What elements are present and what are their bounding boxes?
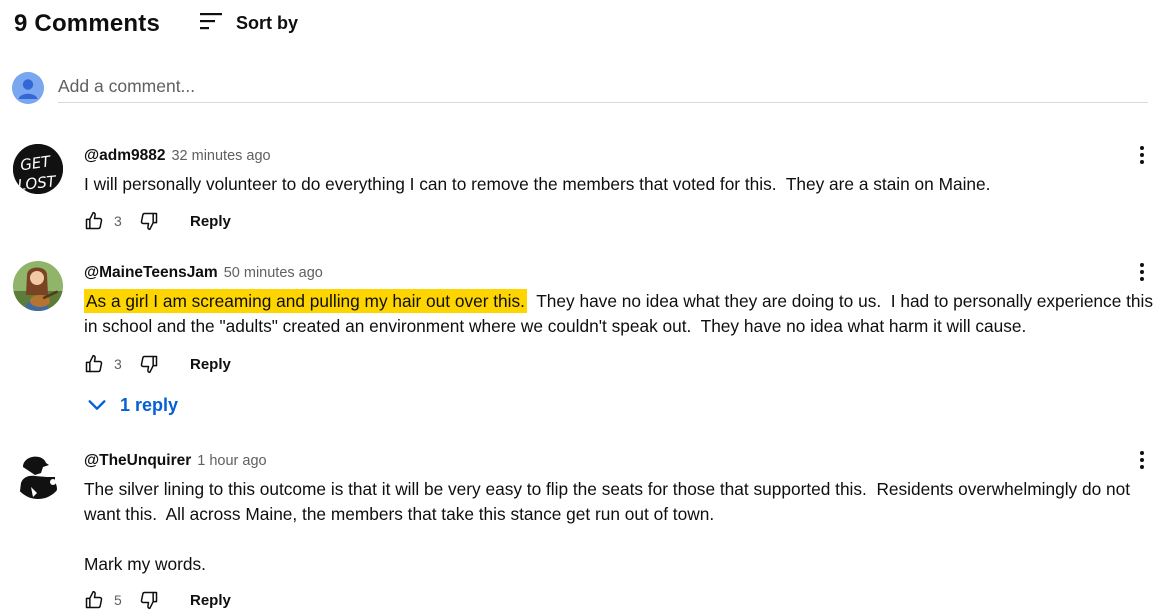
comment-more-button[interactable] — [1132, 447, 1152, 473]
thumbs-down-icon — [140, 355, 158, 374]
thumbs-up-icon — [85, 354, 103, 373]
comment-actions: 5 Reply — [83, 588, 231, 612]
comment-actions: 3 Reply — [83, 209, 231, 233]
reply-button[interactable]: Reply — [190, 213, 231, 230]
add-comment-input[interactable] — [58, 70, 1148, 103]
more-dot — [1140, 451, 1144, 455]
like-button[interactable] — [83, 353, 105, 375]
more-dot — [1140, 465, 1144, 469]
show-replies-button[interactable]: 1 reply — [86, 394, 178, 416]
comment-timestamp[interactable]: 32 minutes ago — [171, 148, 270, 164]
sort-icon — [198, 10, 224, 37]
like-count: 3 — [114, 213, 122, 229]
sort-by-label: Sort by — [236, 12, 299, 33]
like-button[interactable] — [83, 210, 105, 232]
comment-author[interactable]: @MaineTeensJam — [84, 264, 218, 282]
like-count: 5 — [114, 592, 122, 608]
comment-text: I will personally volunteer to do everyt… — [84, 174, 991, 194]
more-dot — [1140, 153, 1144, 157]
reply-button[interactable]: Reply — [190, 592, 231, 609]
comment-more-button[interactable] — [1132, 142, 1152, 168]
current-user-avatar — [12, 72, 44, 104]
avatar[interactable] — [13, 449, 63, 499]
more-dot — [1140, 458, 1144, 462]
highlighted-text: As a girl I am screaming and pulling my … — [84, 289, 527, 313]
sort-by-button[interactable]: Sort by — [198, 8, 298, 38]
thumbs-down-icon — [140, 212, 158, 231]
more-dot — [1140, 277, 1144, 281]
like-count: 3 — [114, 356, 122, 372]
add-comment-row — [12, 70, 1148, 104]
more-dot — [1140, 146, 1144, 150]
comments-count-heading: 9 Comments — [14, 10, 161, 37]
more-dot — [1140, 160, 1144, 164]
comment-author[interactable]: @adm9882 — [84, 147, 165, 165]
comment-actions: 3 Reply — [83, 352, 231, 376]
thumbs-up-icon — [85, 211, 103, 230]
comment-timestamp[interactable]: 1 hour ago — [197, 453, 266, 469]
comment-author[interactable]: @TheUnquirer — [84, 452, 191, 470]
thumbs-down-icon — [140, 591, 158, 610]
replies-count-label: 1 reply — [120, 394, 179, 415]
comment-text: The silver lining to this outcome is tha… — [84, 479, 1131, 574]
avatar[interactable]: GET LOST — [13, 144, 63, 194]
comment-text-line-1: They have no idea what they are doing to… — [526, 291, 1153, 311]
svg-text:LOST: LOST — [17, 172, 59, 194]
dislike-button[interactable] — [138, 210, 160, 232]
dislike-button[interactable] — [138, 353, 160, 375]
comment-text: As a girl I am screaming and pulling my … — [84, 289, 1156, 339]
more-dot — [1140, 270, 1144, 274]
chevron-down-icon — [88, 400, 106, 410]
reply-button[interactable]: Reply — [190, 356, 231, 373]
avatar[interactable] — [13, 261, 63, 311]
more-dot — [1140, 263, 1144, 267]
comment-text-line-2: in school and the "adults" created an en… — [84, 316, 1027, 336]
comment-timestamp[interactable]: 50 minutes ago — [224, 265, 323, 281]
thumbs-up-icon — [85, 590, 103, 609]
comment-more-button[interactable] — [1132, 259, 1152, 285]
